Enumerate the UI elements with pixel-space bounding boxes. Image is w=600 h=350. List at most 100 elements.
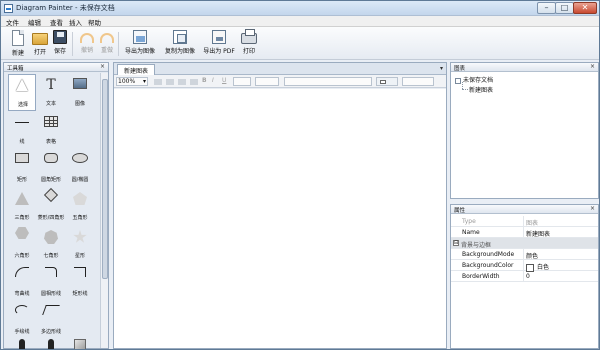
tool-pentagon[interactable]: 五角形: [66, 188, 94, 225]
property-row-name[interactable]: Name 新建图表: [451, 227, 598, 238]
window-title: Diagram Painter - 未保存文档: [16, 4, 115, 12]
tool-person-1[interactable]: [8, 338, 36, 349]
tool-polyline[interactable]: 多边形线: [37, 302, 65, 339]
tab-new-diagram[interactable]: 新建图表: [117, 64, 156, 75]
tree-item-document[interactable]: 未保存文档: [455, 75, 493, 84]
open-folder-icon: [32, 33, 48, 45]
property-group-background-border[interactable]: ⊟ 背景与边框: [451, 238, 598, 249]
tool-text[interactable]: T 文本: [37, 74, 65, 111]
diagram-panel-close-button[interactable]: ×: [590, 63, 595, 70]
maximize-button[interactable]: □: [555, 2, 574, 14]
menu-view[interactable]: 查看: [50, 17, 63, 27]
tree-item-diagram[interactable]: 新建图表: [469, 85, 493, 94]
menu-insert[interactable]: 插入: [69, 17, 82, 27]
tool-line[interactable]: 线: [8, 112, 36, 149]
property-row-border-width[interactable]: BorderWidth 0: [451, 271, 598, 282]
tool-rectangle[interactable]: 矩形: [8, 150, 36, 187]
tool-label: 六角形: [14, 253, 30, 259]
property-row-background-color[interactable]: BackgroundColor 白色: [451, 260, 598, 272]
toolbox-scrollbar[interactable]: [100, 73, 108, 348]
export-image-icon: [133, 30, 147, 44]
property-value: 0: [526, 273, 530, 280]
font-size-input[interactable]: [233, 77, 251, 86]
italic-button[interactable]: I: [212, 77, 214, 86]
tool-ellipse[interactable]: 圆/椭圆: [66, 150, 94, 187]
tool-hexagon[interactable]: 六角形: [8, 226, 36, 263]
tool-heptagon[interactable]: 七角形: [37, 226, 65, 263]
font-style-select[interactable]: [255, 77, 279, 86]
tool-cube[interactable]: [66, 338, 94, 349]
export-image-button[interactable]: 导出为图像: [121, 30, 159, 58]
tool-diamond[interactable]: 菱形/四角形: [37, 187, 65, 225]
tool-rounded-elbow[interactable]: 圆相形线: [37, 264, 65, 301]
minimize-button[interactable]: –: [537, 2, 556, 14]
export-pdf-button[interactable]: 导出为 PDF: [200, 30, 238, 58]
align-justify-icon[interactable]: [190, 79, 198, 85]
redo-button[interactable]: 重做: [94, 30, 120, 58]
tool-curve[interactable]: 弯曲线: [8, 264, 36, 301]
tool-image[interactable]: 图像: [66, 74, 94, 111]
person-icon: [19, 339, 25, 349]
tool-elbow[interactable]: 矩形线: [66, 264, 94, 301]
tool-triangle[interactable]: 三角形: [8, 188, 36, 225]
property-row-background-mode[interactable]: BackgroundMode 颜色: [451, 249, 598, 260]
tool-rounded-rectangle[interactable]: 圆角矩形: [37, 150, 65, 187]
menu-edit[interactable]: 编辑: [28, 17, 41, 27]
toolbox-close-button[interactable]: ×: [100, 63, 105, 70]
redo-label: 重做: [100, 47, 113, 54]
menu-bar: 文件 编辑 查看 插入 帮助: [1, 16, 599, 27]
triangle-icon: [15, 192, 29, 205]
tool-person-2[interactable]: [37, 338, 65, 349]
tree-connector: [462, 89, 468, 90]
align-center-icon[interactable]: [166, 79, 174, 85]
property-key: Type: [462, 218, 476, 225]
collapse-icon[interactable]: ⊟: [453, 240, 459, 246]
export-pdf-icon: [212, 30, 226, 44]
underline-button[interactable]: U: [222, 77, 226, 86]
rectangle-icon: [15, 153, 29, 163]
color-picker-button[interactable]: [376, 77, 398, 86]
save-button[interactable]: 保存: [47, 30, 73, 58]
property-divider: [523, 271, 524, 282]
properties-title: 属性: [454, 208, 466, 214]
align-right-icon[interactable]: [178, 79, 186, 85]
star-icon: [73, 230, 87, 243]
cube-icon: [74, 339, 86, 349]
property-value: 颜色: [526, 253, 539, 260]
tool-select[interactable]: 选择: [8, 74, 36, 111]
copy-image-button[interactable]: 复制为图像: [161, 30, 199, 58]
close-button[interactable]: ✕: [573, 2, 597, 14]
toolbox-scrollbar-thumb[interactable]: [102, 79, 108, 279]
tool-table[interactable]: 表格: [37, 112, 65, 149]
pentagon-icon: [73, 192, 87, 205]
tool-label: 星形: [74, 253, 85, 259]
menu-help[interactable]: 帮助: [88, 17, 101, 27]
pointer-icon: [16, 79, 28, 91]
font-family-select[interactable]: [284, 77, 372, 86]
copy-image-icon: [173, 30, 187, 44]
tool-label: 圆相形线: [40, 291, 61, 297]
tool-freehand[interactable]: 手绘线: [8, 302, 36, 339]
menu-file[interactable]: 文件: [6, 17, 19, 27]
zoom-select[interactable]: 100% ▾: [116, 77, 148, 86]
tool-star[interactable]: 星形: [66, 226, 94, 263]
property-row-type[interactable]: Type 图表: [451, 216, 598, 227]
print-button[interactable]: 打印: [238, 29, 260, 58]
tool-label: 五角形: [72, 215, 88, 221]
bold-button[interactable]: B: [202, 77, 207, 86]
app-logo-icon: [4, 4, 13, 13]
tool-label: 多边形线: [40, 329, 61, 335]
tool-label: 表格: [45, 139, 56, 145]
main-toolbar: 新建 打开 保存 撤销 重做 导出为图像 复制为图像 导出为 PDF 打印: [1, 27, 599, 60]
property-group-label: 背景与边框: [461, 242, 492, 249]
line-style-select[interactable]: [402, 77, 434, 86]
tab-menu-button[interactable]: ▾: [440, 65, 443, 72]
align-left-icon[interactable]: [154, 79, 162, 85]
document-panel: 新建图表 ▾ 100% ▾ B I U: [113, 62, 447, 349]
diagram-canvas[interactable]: [114, 89, 446, 348]
export-image-label: 导出为图像: [124, 48, 155, 55]
properties-close-button[interactable]: ×: [590, 205, 595, 212]
person-icon: [48, 339, 54, 349]
print-label: 打印: [242, 48, 255, 55]
image-icon: [73, 78, 87, 89]
